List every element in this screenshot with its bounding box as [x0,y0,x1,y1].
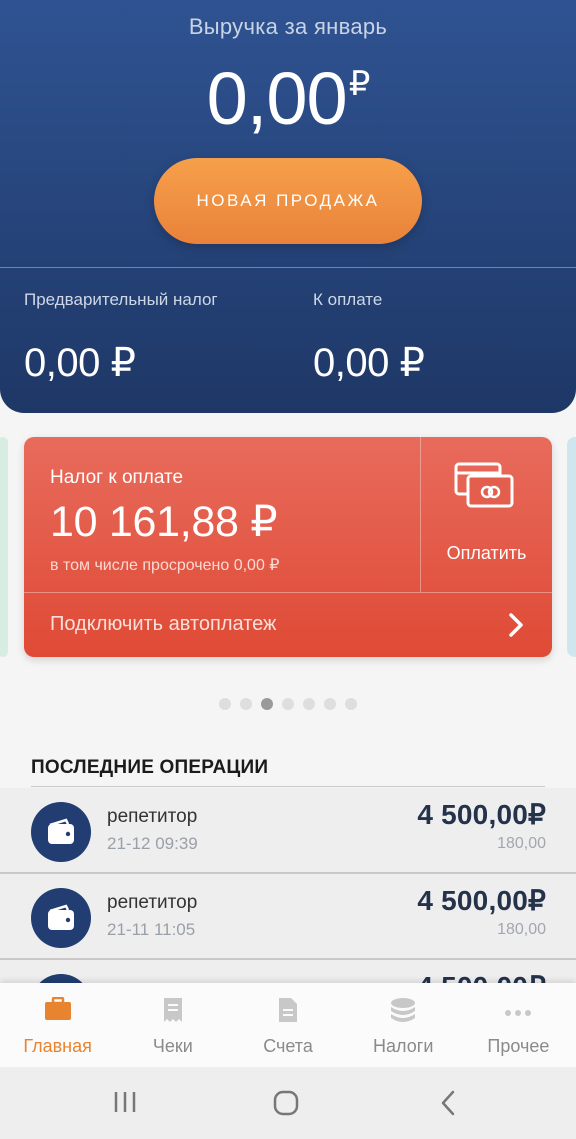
tax-card-overdue-note: в том числе просрочено 0,00 ₽ [50,557,280,574]
document-icon [279,998,297,1022]
nav-item-receipts[interactable]: Чеки [115,983,230,1067]
autopay-label: Подключить автоплатеж [50,613,277,635]
operation-name: репетитор [107,806,198,827]
operation-tax: 180,00 [497,921,546,938]
pay-button[interactable]: Оплатить [421,437,552,592]
tax-card-title: Налог к оплате [50,467,184,488]
app-screen: Выручка за январь 0,00₽ НОВАЯ ПРОДАЖА Пр… [0,0,576,1139]
operation-name: репетитор [107,892,198,913]
briefcase-icon [44,997,71,1020]
operation-row[interactable]: репетитор 21-11 11:05 4 500,00₽ 180,00 [0,874,576,960]
operation-avatar [31,802,91,862]
recent-apps-icon[interactable] [112,1089,138,1115]
operation-avatar [31,888,91,948]
autopay-link[interactable]: Подключить автоплатеж [24,593,552,657]
nav-item-label: Налоги [373,1036,434,1056]
carousel-dot[interactable] [303,698,315,710]
more-icon [505,1010,532,1016]
home-icon[interactable] [272,1089,300,1117]
credit-cards-icon [454,462,514,508]
operation-row[interactable]: репетитор 21-12 09:39 4 500,00₽ 180,00 [0,788,576,874]
revenue-header: Выручка за январь 0,00₽ НОВАЯ ПРОДАЖА Пр… [0,0,576,413]
carousel-dot[interactable] [219,698,231,710]
carousel-dot[interactable] [240,698,252,710]
revenue-currency: ₽ [348,65,371,103]
carousel-dot[interactable] [261,698,273,710]
preliminary-tax-value: 0,00 ₽ [24,341,136,385]
operation-date: 21-12 09:39 [107,834,198,853]
carousel-dot[interactable] [345,698,357,710]
wallet-icon [48,904,74,930]
revenue-amount: 0,00₽ [0,56,576,141]
nav-item-label: Прочее [487,1036,550,1056]
header-divider [0,267,576,268]
operations-title: ПОСЛЕДНИЕ ОПЕРАЦИИ [31,757,269,778]
new-sale-button[interactable]: НОВАЯ ПРОДАЖА [154,158,422,244]
to-pay-label: К оплате [313,290,383,309]
nav-item-invoices[interactable]: Счета [230,983,345,1067]
nav-item-taxes[interactable]: Налоги [346,983,461,1067]
carousel-dot[interactable] [282,698,294,710]
carousel-dot[interactable] [324,698,336,710]
operation-amount: 4 500,00₽ [417,799,546,830]
chevron-right-icon [509,613,523,637]
wallet-icon [48,818,74,844]
to-pay-value: 0,00 ₽ [313,341,425,385]
carousel-next-card[interactable] [567,437,576,657]
revenue-amount-value: 0,00 [206,57,348,140]
system-nav-bar [0,1067,576,1139]
nav-item-label: Чеки [152,1036,193,1056]
operation-tax: 180,00 [497,835,546,852]
to-pay: К оплате 0,00 ₽ [313,290,425,386]
bottom-nav: Главная Чеки Счета Налоги Прочее [0,983,576,1067]
revenue-title: Выручка за январь [188,14,388,39]
operation-amount: 4 500,00₽ [417,885,546,916]
nav-item-label: Главная [23,1036,92,1056]
tax-payment-card[interactable]: Налог к оплате 10 161,88 ₽ в том числе п… [24,437,552,657]
nav-item-home[interactable]: Главная [0,983,115,1067]
pay-button-label: Оплатить [446,543,527,563]
preliminary-tax: Предварительный налог 0,00 ₽ [24,290,218,386]
back-icon[interactable] [438,1089,458,1117]
nav-item-label: Счета [263,1036,313,1056]
receipt-icon [163,998,182,1022]
coins-icon [391,998,416,1022]
tax-card-amount: 10 161,88 ₽ [50,498,278,546]
operations-title-divider [31,786,545,787]
carousel-indicator [0,698,576,710]
preliminary-tax-label: Предварительный налог [24,290,218,309]
operation-date: 21-11 11:05 [107,920,196,939]
carousel-prev-card[interactable] [0,437,8,657]
nav-item-more[interactable]: Прочее [461,983,576,1067]
